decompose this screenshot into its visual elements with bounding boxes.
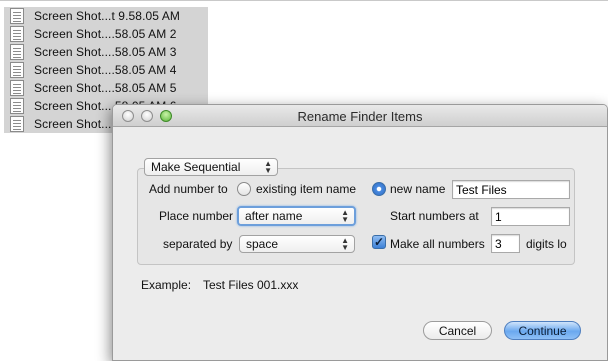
continue-button[interactable]: Continue: [504, 321, 581, 340]
place-number-value: after name: [245, 209, 303, 223]
cancel-button[interactable]: Cancel: [423, 321, 492, 340]
document-icon: [10, 116, 24, 132]
place-number-label: Place number: [159, 209, 234, 223]
popup-arrows-icon: ▲ ▼: [264, 159, 272, 175]
example-label: Example:: [141, 278, 192, 292]
mode-popup-value: Make Sequential: [151, 160, 241, 174]
popup-arrows-icon: ▲ ▼: [341, 208, 349, 224]
rename-dialog: Rename Finder Items Make Sequential ▲ ▼ A…: [112, 104, 608, 361]
digits-field[interactable]: 3: [491, 234, 520, 253]
separator-popup[interactable]: space ▲ ▼: [239, 235, 355, 253]
document-icon: [10, 80, 24, 96]
separated-by-label: separated by: [163, 237, 233, 251]
new-name-label[interactable]: new name: [390, 182, 445, 196]
document-icon: [10, 44, 24, 60]
file-name: Screen Shot...t 9.58.05 AM: [34, 9, 181, 23]
make-all-numbers-checkbox[interactable]: ✓: [372, 235, 386, 249]
document-icon: [10, 26, 24, 42]
example-value: Test Files 001.xxx: [203, 278, 299, 292]
document-icon: [10, 8, 24, 24]
dialog-titlebar[interactable]: Rename Finder Items: [113, 105, 607, 127]
start-number-field[interactable]: 1: [491, 207, 570, 226]
place-number-popup[interactable]: after name ▲ ▼: [237, 206, 356, 226]
existing-name-radio[interactable]: [237, 182, 251, 196]
file-row[interactable]: Screen Shot...t 9.58.05 AM: [4, 7, 208, 25]
document-icon: [10, 62, 24, 78]
mode-popup[interactable]: Make Sequential ▲ ▼: [144, 158, 278, 176]
existing-name-label[interactable]: existing item name: [256, 182, 356, 196]
file-row[interactable]: Screen Shot....58.05 AM 3: [4, 43, 208, 61]
document-icon: [10, 98, 24, 114]
popup-arrows-icon: ▲ ▼: [341, 236, 349, 252]
dialog-title: Rename Finder Items: [297, 109, 423, 124]
new-name-radio[interactable]: [372, 182, 386, 196]
add-number-label: Add number to: [149, 182, 228, 196]
file-name: Screen Shot....58.05 AM 4: [34, 63, 177, 77]
separator-value: space: [246, 237, 279, 251]
digits-label: digits lo: [526, 237, 567, 251]
file-name: Screen Shot....58.05 AM 2: [34, 27, 177, 41]
file-row[interactable]: Screen Shot....58.05 AM 2: [4, 25, 208, 43]
file-name: Screen Shot....58.05 AM 3: [34, 45, 177, 59]
start-numbers-label: Start numbers at: [390, 209, 479, 223]
new-name-field[interactable]: Test Files: [452, 180, 570, 199]
file-name: Screen Shot....58.05 AM 5: [34, 81, 177, 95]
make-all-numbers-label[interactable]: Make all numbers: [390, 237, 485, 251]
file-row[interactable]: Screen Shot....58.05 AM 4: [4, 61, 208, 79]
file-row[interactable]: Screen Shot....58.05 AM 5: [4, 79, 208, 97]
